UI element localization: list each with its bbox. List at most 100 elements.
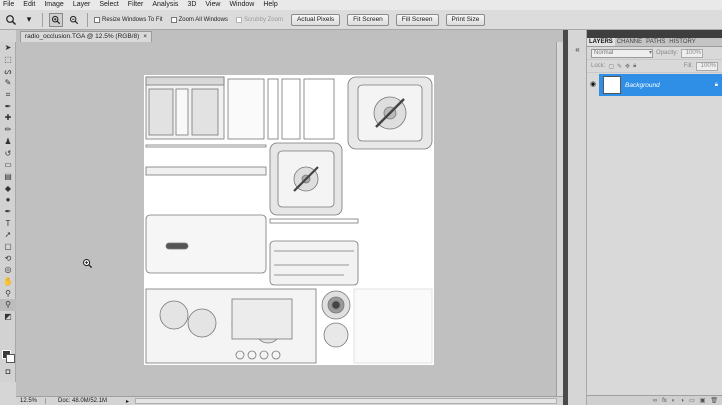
healing-brush-tool-icon[interactable]: ✚ <box>0 112 16 124</box>
link-layers-icon[interactable]: ∞ <box>653 398 657 404</box>
move-tool-icon[interactable]: ➤ <box>0 42 16 54</box>
crop-tool-icon[interactable]: ⌗ <box>0 89 16 101</box>
3d-rotate-tool-icon[interactable]: ⟲ <box>0 252 16 264</box>
scrubby-zoom-label: Scrubby Zoom <box>243 16 283 23</box>
resize-windows-label: Resize Windows To Fit <box>102 16 163 23</box>
new-layer-icon[interactable]: ▣ <box>700 397 706 404</box>
doc-size: Doc: 48.0M/52.1M <box>58 398 108 404</box>
zoom-tool-active-icon[interactable]: ⚲ <box>0 299 16 311</box>
checkbox-box <box>235 16 242 23</box>
zoom-all-windows-checkbox[interactable]: Zoom All Windows <box>170 16 228 23</box>
add-mask-icon[interactable]: ◐ <box>672 398 676 404</box>
3d-orbit-tool-icon[interactable]: ◎ <box>0 264 16 276</box>
checkbox-box[interactable] <box>94 16 100 23</box>
divider <box>87 12 88 27</box>
default-colors-icon[interactable]: ◩ <box>0 311 16 323</box>
quick-select-tool-icon[interactable]: ✎ <box>0 77 16 89</box>
menu-select[interactable]: Select <box>96 0 124 10</box>
menu-layer[interactable]: Layer <box>70 0 97 10</box>
menu-edit[interactable]: Edit <box>20 0 41 10</box>
opacity-input[interactable]: 100% <box>681 48 704 58</box>
menu-3d[interactable]: 3D <box>184 0 202 10</box>
brush-tool-icon[interactable]: ✏ <box>0 124 16 136</box>
zoom-tool-icon[interactable]: ⚲ <box>0 287 16 299</box>
lasso-tool-icon[interactable]: ᔕ <box>0 65 16 77</box>
fill-input[interactable]: 100% <box>696 61 718 71</box>
type-tool-icon[interactable]: T <box>0 217 16 229</box>
panel-tabs: LAYERS CHANNE PATHS HISTORY <box>587 38 722 47</box>
gradient-tool-icon[interactable]: ▤ <box>0 171 16 183</box>
lock-transparency-icon[interactable]: ▢ <box>608 63 614 70</box>
hand-tool-icon[interactable]: ✋ <box>0 276 16 288</box>
blend-mode-select[interactable]: Normal ▾ <box>591 48 653 58</box>
document-tab[interactable]: radio_occlusion.TGA @ 12.5% (RGB/8) × <box>20 31 153 42</box>
divider <box>42 12 43 27</box>
layer-row-background[interactable]: ◉ Background 🔒︎ <box>587 74 722 96</box>
path-selection-tool-icon[interactable]: ➚ <box>0 229 16 241</box>
clone-stamp-tool-icon[interactable]: ♟ <box>0 136 16 148</box>
marquee-tool-icon[interactable]: ⬚ <box>0 54 16 66</box>
visibility-eye-icon[interactable]: ◉ <box>587 74 599 96</box>
menu-help[interactable]: Help <box>260 0 283 10</box>
menu-image[interactable]: Image <box>41 0 69 10</box>
vertical-scrollbar[interactable] <box>556 42 563 396</box>
layer-style-icon[interactable]: fx <box>662 398 667 404</box>
menu-window[interactable]: Window <box>226 0 260 10</box>
history-brush-tool-icon[interactable]: ↺ <box>0 147 16 159</box>
tab-layers[interactable]: LAYERS <box>587 38 615 46</box>
blur-tool-icon[interactable]: ◆ <box>0 182 16 194</box>
pen-tool-icon[interactable]: ✒ <box>0 206 16 218</box>
status-bar: 12.5% Doc: 48.0M/52.1M ▸ <box>16 396 563 405</box>
zoom-tool-icon[interactable] <box>4 13 18 27</box>
adjustment-layer-icon[interactable]: ◑ <box>680 398 684 404</box>
chevron-right-icon[interactable]: ▸ <box>126 398 129 405</box>
checkbox-box[interactable] <box>170 16 177 23</box>
lock-all-icon[interactable]: 🔒︎ <box>633 63 636 70</box>
trash-icon[interactable]: 🗑︎ <box>710 397 718 404</box>
dodge-tool-icon[interactable]: ● <box>0 194 16 206</box>
tab-history[interactable]: HISTORY <box>667 38 697 46</box>
actual-pixels-button[interactable]: Actual Pixels <box>290 13 341 26</box>
panel-header <box>587 30 722 38</box>
chevron-down-icon[interactable]: ▾ <box>22 13 36 27</box>
new-group-icon[interactable]: ▭ <box>689 397 695 404</box>
menu-file[interactable]: File <box>0 0 20 10</box>
canvas-area[interactable] <box>16 42 563 396</box>
menu-view[interactable]: View <box>202 0 226 10</box>
fill-screen-button[interactable]: Fill Screen <box>395 13 439 26</box>
panel-toggle-icon[interactable]: « <box>568 44 587 56</box>
eraser-tool-icon[interactable]: ▭ <box>0 159 16 171</box>
shape-tool-icon[interactable]: ▢ <box>0 241 16 253</box>
tab-channels[interactable]: CHANNE <box>615 38 644 46</box>
eyedropper-tool-icon[interactable]: ✒ <box>0 100 16 112</box>
fit-screen-button[interactable]: Fit Screen <box>347 13 389 26</box>
close-icon[interactable]: × <box>143 32 147 42</box>
background-color-swatch[interactable] <box>6 354 15 363</box>
opacity-label: Opacity: <box>656 50 679 56</box>
panel-footer: ∞ fx ◐ ◑ ▭ ▣ 🗑︎ <box>587 395 722 405</box>
print-size-button[interactable]: Print Size <box>445 13 486 26</box>
layer-thumbnail <box>603 76 621 94</box>
layer-name[interactable]: Background <box>625 82 715 89</box>
texture-image <box>144 75 434 365</box>
lock-pixels-icon[interactable]: ✎ <box>617 63 622 70</box>
document-tab-bar: radio_occlusion.TGA @ 12.5% (RGB/8) × <box>16 30 563 42</box>
tab-paths[interactable]: PATHS <box>644 38 667 46</box>
panel-icon-strip: « <box>568 30 587 405</box>
document-canvas[interactable] <box>144 75 434 365</box>
blend-row: Normal ▾ Opacity: 100% <box>587 47 722 60</box>
zoom-out-icon[interactable] <box>67 13 81 27</box>
menu-analysis[interactable]: Analysis <box>149 0 184 10</box>
lock-row: Lock: ▢ ✎ ✥ 🔒︎ Fill: 100% <box>587 60 722 73</box>
scrubby-zoom-checkbox: Scrubby Zoom <box>235 16 283 23</box>
resize-windows-checkbox[interactable]: Resize Windows To Fit <box>94 16 163 23</box>
horizontal-scrollbar[interactable] <box>135 398 557 404</box>
document-tab-title: radio_occlusion.TGA @ 12.5% (RGB/8) <box>25 33 140 40</box>
blend-mode-value: Normal <box>594 49 614 56</box>
zoom-in-icon[interactable] <box>49 12 63 27</box>
lock-position-icon[interactable]: ✥ <box>625 63 630 70</box>
zoom-all-windows-label: Zoom All Windows <box>178 16 228 23</box>
quick-mask-icon[interactable]: ◘ <box>0 366 16 378</box>
zoom-level[interactable]: 12.5% <box>16 398 46 404</box>
menu-filter[interactable]: Filter <box>125 0 150 10</box>
